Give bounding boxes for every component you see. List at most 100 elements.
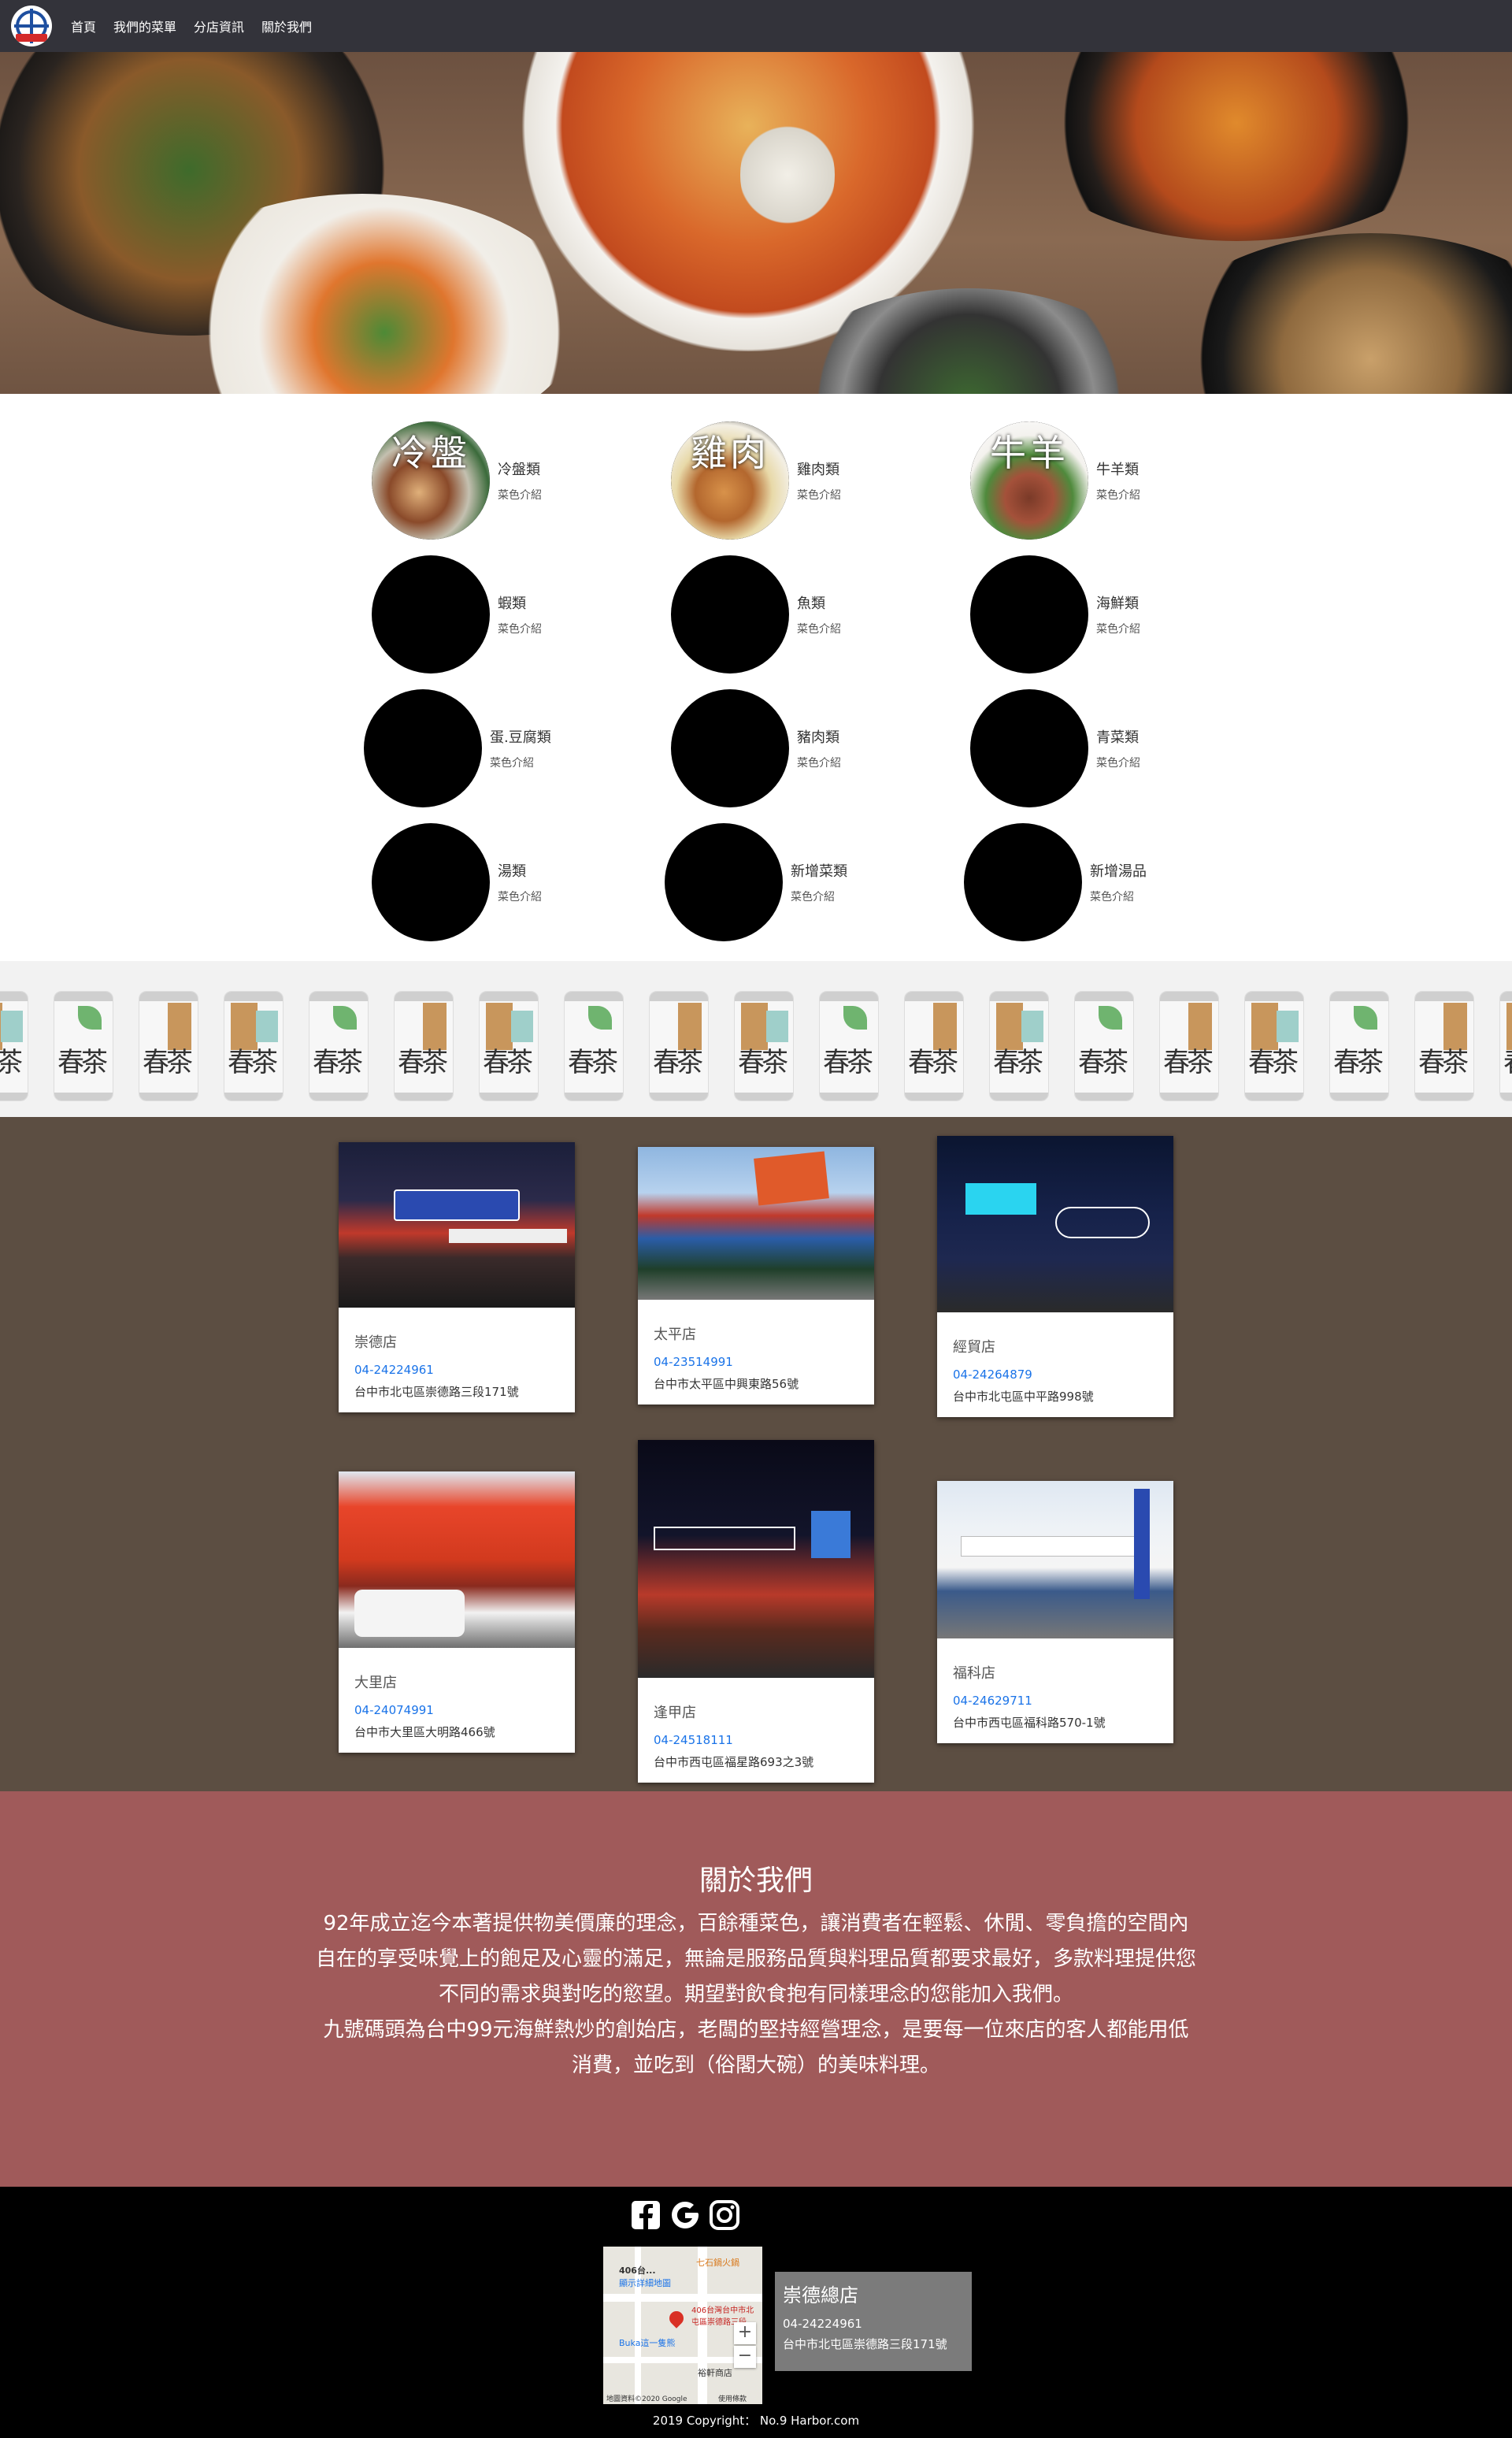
menu-item-seafood[interactable]: 海鮮類 菜色介紹 xyxy=(970,551,1262,677)
beer-can: 春茶 xyxy=(1159,991,1219,1101)
beer-can-label: 春茶 xyxy=(57,1047,108,1078)
menu-item-subtitle: 菜色介紹 xyxy=(498,489,542,502)
menu-item-title: 蛋.豆腐類 xyxy=(490,729,551,746)
menu-item-image xyxy=(970,555,1088,674)
beer-can-label: 春茶 xyxy=(143,1047,193,1078)
menu-item-image xyxy=(970,689,1088,807)
brand-logo[interactable] xyxy=(11,6,52,46)
beer-can: 春茶 xyxy=(734,991,794,1101)
menu-item-image xyxy=(364,689,482,807)
menu-item-chicken[interactable]: 雞肉 雞肉類 菜色介紹 xyxy=(671,417,962,544)
menu-item-image: 牛羊 xyxy=(970,421,1088,540)
map-label: 裕軒商店 xyxy=(698,2368,732,2378)
beer-can-label: 春茶 xyxy=(1418,1047,1469,1078)
menu-item-title: 牛羊類 xyxy=(1096,462,1139,478)
beer-can-label: 春茶 xyxy=(0,1041,26,1079)
menu-item-vegetables[interactable]: 青菜類 菜色介紹 xyxy=(970,685,1262,811)
map-link[interactable]: 顯示詳細地圖 xyxy=(619,2277,671,2289)
menu-item-subtitle: 菜色介紹 xyxy=(791,891,835,904)
beer-cans-row: 春茶春茶春茶春茶春茶春茶春茶春茶春茶春茶春茶春茶春茶春茶春茶春茶春茶春茶春茶 xyxy=(0,991,1512,1101)
nav-link-stores[interactable]: 分店資訊 xyxy=(194,17,244,35)
store-phone-link[interactable]: 04-24264879 xyxy=(953,1367,1158,1382)
beer-can-label: 春茶 xyxy=(1078,1047,1128,1078)
social-links xyxy=(628,2198,742,2236)
store-card-fengjia[interactable]: 逢甲店 04-24518111 台中市西屯區福星路693之3號 xyxy=(638,1440,874,1783)
beer-can: 春茶 xyxy=(989,991,1049,1101)
facebook-icon[interactable] xyxy=(628,2198,663,2232)
map-road xyxy=(603,2294,762,2302)
menu-item-title: 冷盤類 xyxy=(498,462,540,478)
menu-item-subtitle: 菜色介紹 xyxy=(797,489,841,502)
store-photo xyxy=(638,1440,874,1678)
map-label: 七石鍋火鍋 xyxy=(696,2258,739,2268)
google-icon[interactable] xyxy=(668,2198,702,2232)
map-zoom-out-button[interactable]: − xyxy=(734,2346,756,2368)
menu-item-image xyxy=(372,823,490,941)
menu-item-title: 海鮮類 xyxy=(1096,596,1139,612)
menu-item-soup[interactable]: 湯類 菜色介紹 xyxy=(372,819,663,945)
about-title: 關於我們 xyxy=(699,1865,813,1897)
map-label: Buka這一隻熊 xyxy=(619,2338,676,2348)
store-card-jingmao[interactable]: 經貿店 04-24264879 台中市北屯區中平路998號 xyxy=(937,1136,1173,1417)
menu-item-beef-lamb[interactable]: 牛羊 牛羊類 菜色介紹 xyxy=(970,417,1262,544)
menu-item-new-dishes[interactable]: 新增菜類 菜色介紹 xyxy=(665,819,956,945)
store-address: 台中市大里區大明路466號 xyxy=(354,1725,495,1739)
menu-item-image xyxy=(372,555,490,674)
beer-can-label: 春茶 xyxy=(1333,1047,1384,1078)
menu-item-title: 魚類 xyxy=(797,596,825,612)
menu-item-char: 冷盤 xyxy=(391,432,470,474)
beer-can-label: 春茶 xyxy=(738,1047,788,1078)
map-attribution: 地圖資料©2020 Google xyxy=(606,2395,687,2403)
store-phone-link[interactable]: 04-24074991 xyxy=(354,1703,559,1717)
google-map[interactable]: 406台... 顯示詳細地圖 七石鍋火鍋 406台灣台中市北屯區崇德路三段 Bu… xyxy=(603,2247,762,2404)
beer-can: 春茶 xyxy=(0,991,28,1101)
menu-item-shrimp[interactable]: 蝦類 菜色介紹 xyxy=(372,551,663,677)
beer-can-label: 春茶 xyxy=(568,1047,618,1078)
about-section: 關於我們 92年成立迄今本著提供物美價廉的理念，百餘種菜色，讓消費者在輕鬆、休閒… xyxy=(0,1791,1512,2187)
menu-item-subtitle: 菜色介紹 xyxy=(1090,891,1134,904)
beer-can-label: 春茶 xyxy=(908,1047,958,1078)
nav-link-home[interactable]: 首頁 xyxy=(71,17,96,35)
beer-can-label: 春茶 xyxy=(1503,1041,1512,1079)
store-card-taiping[interactable]: 太平店 04-23514991 台中市太平區中興東路56號 xyxy=(638,1147,874,1405)
beer-can: 春茶 xyxy=(139,991,198,1101)
beer-can-label: 春茶 xyxy=(483,1047,533,1078)
beer-can: 春茶 xyxy=(394,991,454,1101)
hero-banner-image xyxy=(0,52,1512,394)
footer: 406台... 顯示詳細地圖 七石鍋火鍋 406台灣台中市北屯區崇德路三段 Bu… xyxy=(0,2187,1512,2438)
map-terms-link[interactable]: 使用條款 xyxy=(718,2393,747,2403)
menu-item-pork[interactable]: 豬肉類 菜色介紹 xyxy=(671,685,962,811)
menu-item-cold-dishes[interactable]: 冷盤 冷盤類菜色介紹 xyxy=(372,417,663,544)
menu-item-subtitle: 菜色介紹 xyxy=(797,623,841,636)
store-name: 經貿店 xyxy=(953,1339,995,1356)
menu-item-egg-tofu[interactable]: 蛋.豆腐類 菜色介紹 xyxy=(364,685,655,811)
menu-item-title: 新增湯品 xyxy=(1090,863,1147,880)
beer-can-label: 春茶 xyxy=(823,1047,873,1078)
menu-item-image xyxy=(665,823,783,941)
store-address: 台中市太平區中興東路56號 xyxy=(654,1377,799,1391)
menu-item-fish[interactable]: 魚類 菜色介紹 xyxy=(671,551,962,677)
beer-can-label: 春茶 xyxy=(228,1047,278,1078)
ladle xyxy=(740,112,835,238)
nav-link-menu[interactable]: 我們的菜單 xyxy=(113,17,176,35)
hq-name: 崇德總店 xyxy=(783,2284,858,2306)
instagram-icon[interactable] xyxy=(707,2198,742,2232)
menu-item-new-soups[interactable]: 新增湯品 菜色介紹 xyxy=(964,819,1255,945)
about-paragraph-2: 九號碼頭為台中99元海鮮熱炒的創始店，老闆的堅持經營理念，是要每一位來店的客人都… xyxy=(323,2018,1189,2077)
store-card-chongde[interactable]: 崇德店 04-24224961 台中市北屯區崇德路三段171號 xyxy=(339,1142,575,1412)
nav-link-about[interactable]: 關於我們 xyxy=(261,17,312,35)
store-phone-link[interactable]: 04-24518111 xyxy=(654,1733,858,1747)
store-card-dali[interactable]: 大里店 04-24074991 台中市大里區大明路466號 xyxy=(339,1471,575,1753)
store-name: 大里店 xyxy=(354,1675,397,1691)
menu-item-subtitle: 菜色介紹 xyxy=(1096,623,1140,636)
map-zoom-in-button[interactable]: + xyxy=(734,2322,756,2344)
map-label: 406台... xyxy=(619,2265,656,2276)
about-paragraph-1: 92年成立迄今本著提供物美價廉的理念，百餘種菜色，讓消費者在輕鬆、休閒、零負擔的… xyxy=(315,1912,1196,2006)
beer-can: 春茶 xyxy=(564,991,624,1101)
store-card-fuke[interactable]: 福科店 04-24629711 台中市西屯區福科路570-1號 xyxy=(937,1481,1173,1743)
sweet-sour-plate xyxy=(1016,52,1457,241)
store-phone-link[interactable]: 04-24224961 xyxy=(354,1363,559,1377)
menu-item-title: 新增菜類 xyxy=(791,863,847,880)
store-phone-link[interactable]: 04-24629711 xyxy=(953,1694,1158,1708)
store-phone-link[interactable]: 04-23514991 xyxy=(654,1355,858,1369)
